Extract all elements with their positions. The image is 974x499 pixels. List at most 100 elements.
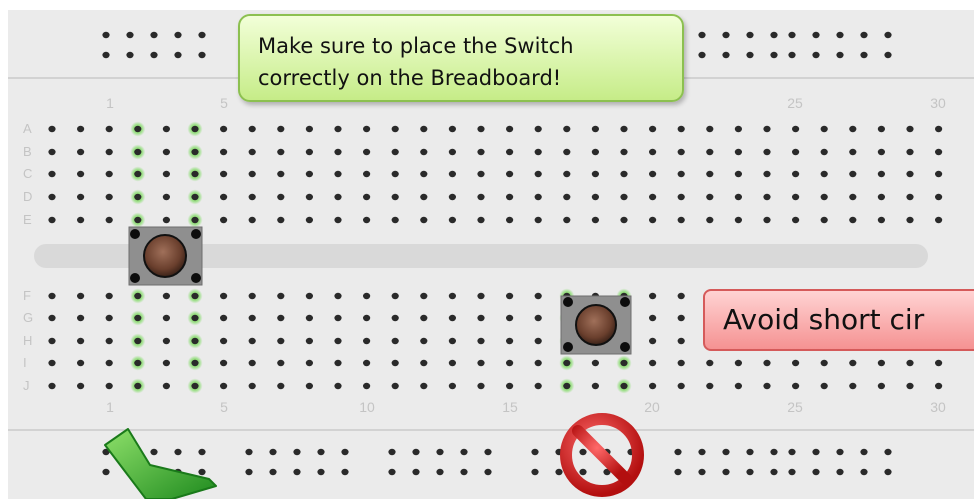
breadboard-hole [849, 382, 857, 390]
breadboard-hole [649, 216, 657, 224]
breadboard-hole [305, 314, 313, 322]
breadboard-hole [305, 170, 313, 178]
breadboard-hole [334, 216, 342, 224]
breadboard-hole [677, 148, 685, 156]
breadboard-hole [677, 359, 685, 367]
breadboard-hole [48, 292, 56, 300]
rail-hole [317, 468, 325, 476]
breadboard-hole [649, 337, 657, 345]
breadboard-hole [534, 125, 542, 133]
breadboard-hole [220, 216, 228, 224]
rail-hole [836, 31, 844, 39]
breadboard-hole [363, 148, 371, 156]
breadboard-hole [448, 193, 456, 201]
column-label-5: 5 [220, 95, 228, 111]
breadboard-hole [706, 125, 714, 133]
breadboard-hole [591, 148, 600, 156]
breadboard-hole [448, 125, 456, 133]
breadboard-hole [162, 170, 170, 178]
breadboard-hole [906, 216, 914, 224]
breadboard-hole [734, 382, 743, 390]
breadboard-hole [77, 359, 85, 367]
breadboard-hole [792, 125, 800, 133]
breadboard-hole [162, 314, 170, 322]
breadboard-hole [248, 292, 256, 300]
breadboard-hole [48, 193, 56, 201]
breadboard-hole [105, 359, 113, 367]
rail-hole [388, 448, 396, 456]
breadboard-hole [792, 148, 800, 156]
breadboard-hole [363, 337, 371, 345]
rail-hole [860, 468, 868, 476]
breadboard-hole [305, 216, 313, 224]
breadboard-hole [162, 148, 170, 156]
rail-hole [698, 448, 706, 456]
breadboard-hole [477, 359, 485, 367]
column-label-20: 20 [644, 399, 660, 415]
breadboard-hole [849, 170, 857, 178]
breadboard-hole [134, 359, 142, 367]
breadboard-hole [820, 125, 828, 133]
breadboard-hole [248, 193, 256, 201]
breadboard-hole [620, 216, 628, 224]
rail-hole [293, 448, 301, 456]
breadboard-hole [448, 170, 456, 178]
breadboard-hole [477, 148, 485, 156]
rail-hole [436, 468, 444, 476]
rail-hole [860, 31, 868, 39]
breadboard-hole [591, 125, 600, 133]
breadboard-hole [191, 170, 199, 178]
row-label-i: I [23, 355, 27, 370]
rail-hole [484, 468, 492, 476]
rail-hole [788, 51, 796, 59]
rail-hole [770, 51, 778, 59]
row-label-f: F [23, 288, 31, 303]
rail-hole [788, 448, 796, 456]
breadboard-hole [792, 216, 800, 224]
breadboard-hole [620, 170, 628, 178]
breadboard-hole [706, 170, 714, 178]
breadboard-hole [877, 382, 886, 390]
breadboard-hole [305, 125, 313, 133]
breadboard-hole [677, 125, 685, 133]
short-circuit-warning-callout: Avoid short cir [703, 289, 974, 351]
breadboard-hole [763, 359, 771, 367]
column-label-25: 25 [787, 399, 803, 415]
breadboard-hole [391, 292, 399, 300]
breadboard-hole [477, 170, 485, 178]
push-button-switch-correct [128, 226, 203, 286]
breadboard-hole [248, 148, 256, 156]
breadboard-hole [162, 292, 170, 300]
breadboard-hole [77, 193, 85, 201]
breadboard-hole [448, 337, 456, 345]
breadboard-hole [391, 148, 399, 156]
breadboard-hole [448, 148, 456, 156]
breadboard-hole [591, 216, 600, 224]
breadboard-hole [734, 193, 743, 201]
rail-hole [770, 468, 778, 476]
rail-hole [788, 468, 796, 476]
breadboard-hole [248, 125, 256, 133]
rail-hole [884, 468, 892, 476]
breadboard-hole [706, 216, 714, 224]
column-label-25: 25 [787, 95, 803, 111]
rail-hole [174, 31, 182, 39]
breadboard-hole [191, 337, 199, 345]
breadboard-hole [305, 148, 313, 156]
breadboard-hole [248, 359, 256, 367]
breadboard-hole [334, 193, 342, 201]
rail-hole [812, 448, 820, 456]
breadboard-hole [477, 292, 485, 300]
breadboard-hole [591, 359, 600, 367]
rail-hole [198, 468, 206, 476]
breadboard-hole [649, 314, 657, 322]
rail-hole [150, 448, 158, 456]
column-label-30: 30 [930, 399, 946, 415]
breadboard-hole [935, 359, 943, 367]
breadboard-hole [277, 170, 285, 178]
breadboard-hole [563, 216, 571, 224]
rail-hole [460, 448, 468, 456]
rail-hole [722, 448, 730, 456]
rail-hole [317, 448, 325, 456]
breadboard-hole [363, 170, 371, 178]
